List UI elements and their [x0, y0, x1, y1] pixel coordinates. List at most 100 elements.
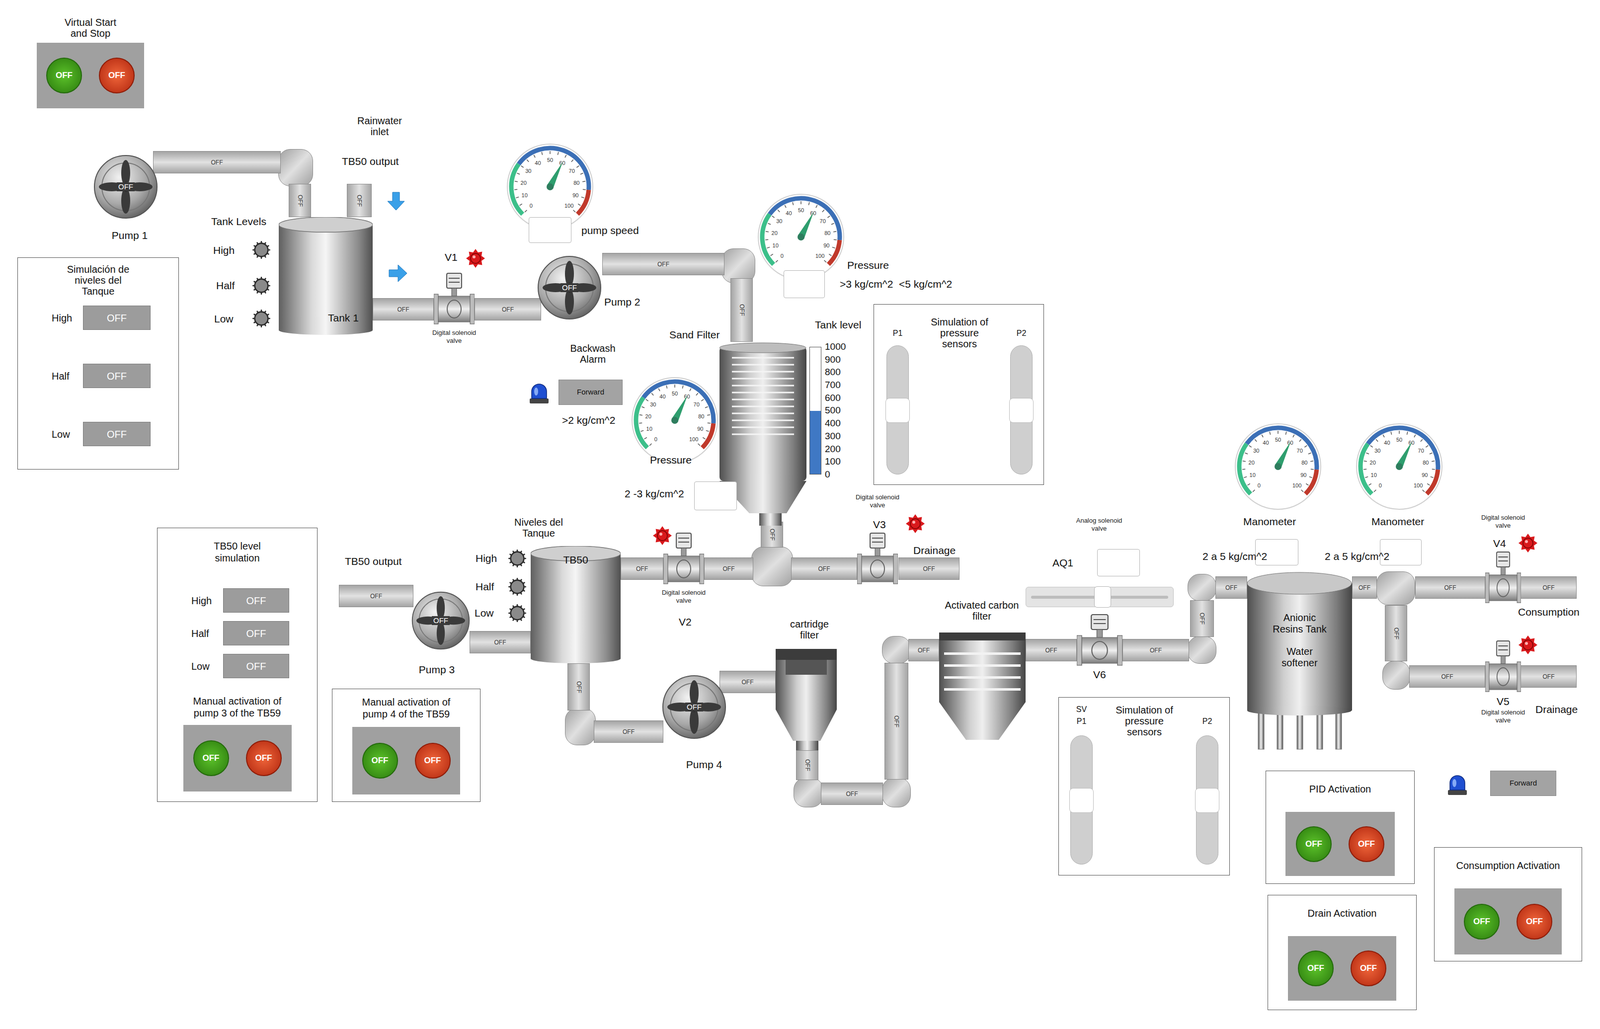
- panel-title: TB50 level simulation: [200, 540, 275, 564]
- analog-valve-slider[interactable]: [1025, 586, 1174, 608]
- row-label: Low: [51, 428, 83, 441]
- sensor-label: P1: [892, 328, 903, 339]
- slider-thumb[interactable]: [1069, 788, 1094, 813]
- pipe: OFF: [338, 584, 414, 608]
- start-button[interactable]: OFF: [362, 742, 399, 779]
- pipe-elbow: [278, 149, 314, 187]
- svg-text:50: 50: [1396, 436, 1403, 443]
- tick-label: 100: [824, 455, 846, 468]
- pipe: OFF: [791, 557, 858, 580]
- gauge-reading[interactable]: [528, 217, 572, 243]
- gauge-icon: 0102030405060708090100: [631, 376, 719, 465]
- row-label: Half: [191, 627, 224, 640]
- slider-thumb[interactable]: [1009, 398, 1034, 423]
- gauge-range: 2 -3 kg/cm^2: [624, 487, 685, 500]
- level-label: Low: [474, 607, 494, 620]
- solenoid-valve-icon[interactable]: [1076, 613, 1123, 669]
- stop-button[interactable]: OFF: [1348, 826, 1385, 863]
- carbon-filter-label: Activated carbon filter: [942, 599, 1022, 622]
- valve-status-icon: [465, 248, 486, 269]
- start-button[interactable]: OFF: [46, 57, 82, 94]
- svg-text:90: 90: [697, 425, 704, 432]
- pressure-slider[interactable]: [886, 345, 909, 475]
- panel-title: Simulación de niveles del Tanque: [61, 263, 136, 297]
- outlet-arrow-icon: [388, 263, 408, 284]
- solenoid-valve-icon[interactable]: [433, 272, 475, 327]
- start-button[interactable]: OFF: [1297, 950, 1334, 987]
- stop-button[interactable]: OFF: [414, 742, 451, 779]
- pipe-state: OFF: [636, 565, 648, 573]
- tick-label: 800: [824, 366, 846, 379]
- svg-text:30: 30: [776, 218, 783, 225]
- pipe: OFF: [730, 278, 753, 342]
- pipe: OFF: [602, 252, 725, 276]
- stop-button[interactable]: OFF: [1516, 903, 1553, 940]
- pressure-slider[interactable]: [1196, 735, 1219, 865]
- pump[interactable]: OFF: [661, 674, 727, 740]
- gauge-range: 2 a 5 kg/cm^2: [1202, 550, 1268, 563]
- simulation-toggle[interactable]: OFF: [223, 653, 290, 679]
- pipe: OFF: [346, 183, 372, 218]
- solenoid-valve-icon[interactable]: [1485, 640, 1521, 695]
- svg-text:0: 0: [1257, 482, 1261, 489]
- simulation-row: HighOFF: [17, 305, 179, 330]
- stop-button[interactable]: OFF: [245, 740, 282, 777]
- start-button[interactable]: OFF: [1463, 903, 1500, 940]
- slider-thumb[interactable]: [885, 398, 910, 423]
- svg-text:100: 100: [689, 436, 699, 443]
- solenoid-valve-icon[interactable]: [663, 532, 705, 587]
- svg-text:0: 0: [529, 202, 533, 209]
- pump[interactable]: OFF: [536, 254, 603, 321]
- pipe: OFF: [1190, 600, 1214, 638]
- svg-text:70: 70: [819, 218, 826, 225]
- gauge-caption: Pressure: [847, 259, 889, 272]
- pipe-state: OFF: [397, 306, 410, 314]
- pipe-state: OFF: [1045, 646, 1058, 654]
- pipe: OFF: [153, 151, 281, 174]
- simulation-toggle[interactable]: OFF: [82, 305, 151, 330]
- pressure-slider[interactable]: [1070, 735, 1093, 865]
- pipe-elbow: [1382, 660, 1411, 690]
- backwash-alarm-title: Backwash Alarm: [558, 342, 628, 365]
- pipe: OFF: [1215, 576, 1248, 599]
- stop-button[interactable]: OFF: [1350, 950, 1387, 987]
- inlet-arrow-icon: [386, 191, 406, 212]
- svg-text:70: 70: [568, 167, 575, 174]
- pipe: OFF: [372, 298, 434, 321]
- pipe: OFF: [796, 750, 819, 781]
- panel-title: Simulation of pressure sensors: [924, 316, 995, 350]
- pump-state: OFF: [560, 283, 579, 293]
- pipe-state: OFF: [738, 304, 746, 317]
- simulation-toggle[interactable]: OFF: [223, 588, 290, 613]
- simulation-toggle[interactable]: OFF: [82, 363, 151, 389]
- svg-text:20: 20: [1369, 459, 1376, 466]
- start-button[interactable]: OFF: [1295, 826, 1332, 863]
- pipe: OFF: [1520, 665, 1577, 688]
- svg-text:100: 100: [564, 202, 574, 209]
- pipe-state: OFF: [494, 639, 507, 646]
- simulation-toggle[interactable]: OFF: [82, 421, 151, 447]
- pipe: OFF: [593, 720, 664, 743]
- solenoid-valve-icon[interactable]: [857, 532, 898, 587]
- analog-output-value[interactable]: [1097, 549, 1140, 577]
- tank-level-title: Tank level: [814, 319, 862, 331]
- svg-text:40: 40: [534, 160, 541, 166]
- gauge-reading[interactable]: [783, 270, 825, 299]
- pipe: OFF: [474, 298, 542, 321]
- pump[interactable]: OFF: [92, 154, 159, 220]
- gauge-reading[interactable]: [694, 481, 737, 511]
- pipe-state: OFF: [622, 728, 635, 736]
- solenoid-valve-icon[interactable]: [1485, 551, 1521, 606]
- slider-thumb[interactable]: [1195, 788, 1220, 813]
- pipe-state: OFF: [923, 565, 936, 573]
- svg-text:40: 40: [785, 210, 792, 217]
- simulation-toggle[interactable]: OFF: [223, 621, 290, 646]
- pressure-slider[interactable]: [1010, 345, 1033, 475]
- start-button[interactable]: OFF: [193, 740, 230, 777]
- slider-thumb[interactable]: [1094, 586, 1112, 608]
- simulation-row: HalfOFF: [157, 621, 318, 646]
- cartridge-filter-icon: [775, 648, 837, 751]
- valve-caption: Digital solenoid valve: [1473, 708, 1533, 725]
- pump[interactable]: OFF: [410, 590, 471, 651]
- stop-button[interactable]: OFF: [98, 57, 135, 94]
